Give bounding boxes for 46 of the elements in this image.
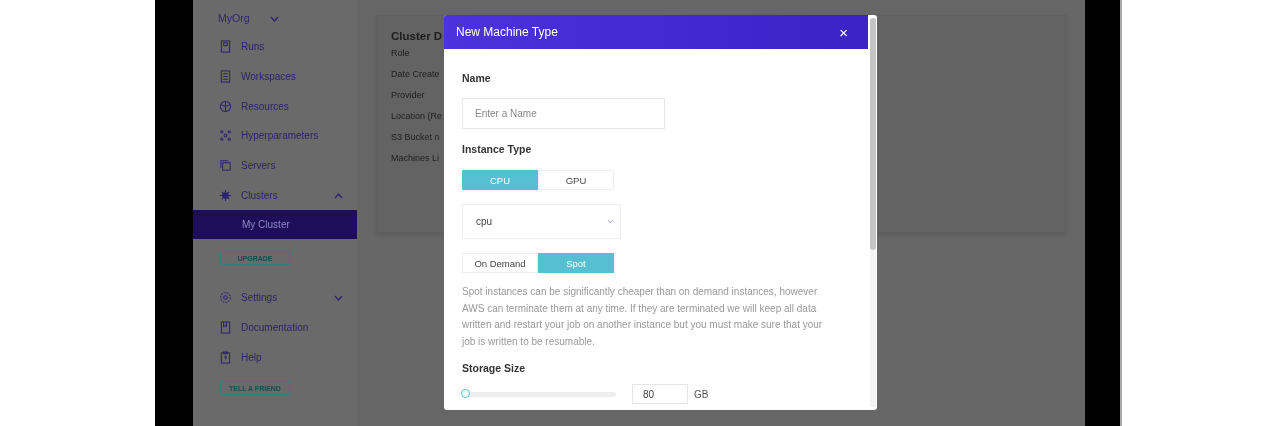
chevron-down-icon[interactable] xyxy=(334,295,343,302)
field-label: Date Create xyxy=(391,69,440,79)
slider-thumb[interactable] xyxy=(461,388,471,398)
toggle-option[interactable]: On Demand xyxy=(462,253,538,273)
sidebar-subitem[interactable]: My Cluster xyxy=(193,210,357,240)
sidebar-item[interactable]: Settings xyxy=(193,283,357,313)
card-title: Cluster D xyxy=(391,30,443,42)
toggle-option[interactable]: Spot xyxy=(538,253,614,273)
instance-select[interactable]: cpu xyxy=(462,204,621,239)
sidebar-item[interactable]: Documentation xyxy=(193,312,357,343)
settings-icon xyxy=(219,291,232,305)
chevron-up-icon[interactable] xyxy=(334,192,343,199)
field-label: Role xyxy=(391,48,410,58)
field-label: Name xyxy=(462,72,492,84)
sidebar-item[interactable]: Help xyxy=(193,342,357,373)
list-icon xyxy=(219,70,232,84)
cube-icon xyxy=(219,99,232,113)
org-name[interactable]: MyOrg xyxy=(218,12,250,24)
sidebar-item[interactable]: Hyperparameters xyxy=(193,121,357,151)
sidebar-item[interactable]: Clusters xyxy=(193,180,357,211)
sidebar-item[interactable]: Servers xyxy=(193,150,357,181)
scrollbar[interactable] xyxy=(870,18,876,407)
name-input[interactable]: Enter a Name xyxy=(462,98,665,129)
sidebar-item[interactable]: Workspaces xyxy=(193,61,357,92)
chevron-down-icon[interactable] xyxy=(269,16,279,22)
toggle-option[interactable]: CPU xyxy=(462,170,538,190)
storage-input[interactable]: 80 xyxy=(632,384,688,404)
modal-title: New Machine Type xyxy=(456,25,558,39)
document-icon xyxy=(219,40,232,54)
book-icon xyxy=(219,321,232,335)
slider-track[interactable] xyxy=(462,391,616,397)
help-text: Spot instances can be significantly cheaper than on demand instances, however AWS can terminate them at any time. If they are terminated we will keep all data written and restart your job on another instance but you must make sure that your job is written to be resumable. xyxy=(462,285,824,349)
unit-label: GB xyxy=(694,388,709,400)
cluster-icon xyxy=(219,188,232,202)
nodes-icon xyxy=(219,129,232,143)
toggle-option[interactable]: GPU xyxy=(538,170,614,190)
field-label: Provider xyxy=(391,90,425,100)
sidebar-item[interactable]: Resources xyxy=(193,91,357,122)
sidebar-item[interactable]: Runs xyxy=(193,32,357,62)
field-label: Instance Type xyxy=(462,143,533,155)
field-label: Machines Li xyxy=(391,153,440,163)
field-label: Storage Size xyxy=(462,362,527,374)
close-button[interactable]: × xyxy=(839,23,848,41)
clipboard-icon xyxy=(219,350,232,364)
copy-icon xyxy=(219,159,232,173)
chevron-down-icon xyxy=(607,219,614,224)
